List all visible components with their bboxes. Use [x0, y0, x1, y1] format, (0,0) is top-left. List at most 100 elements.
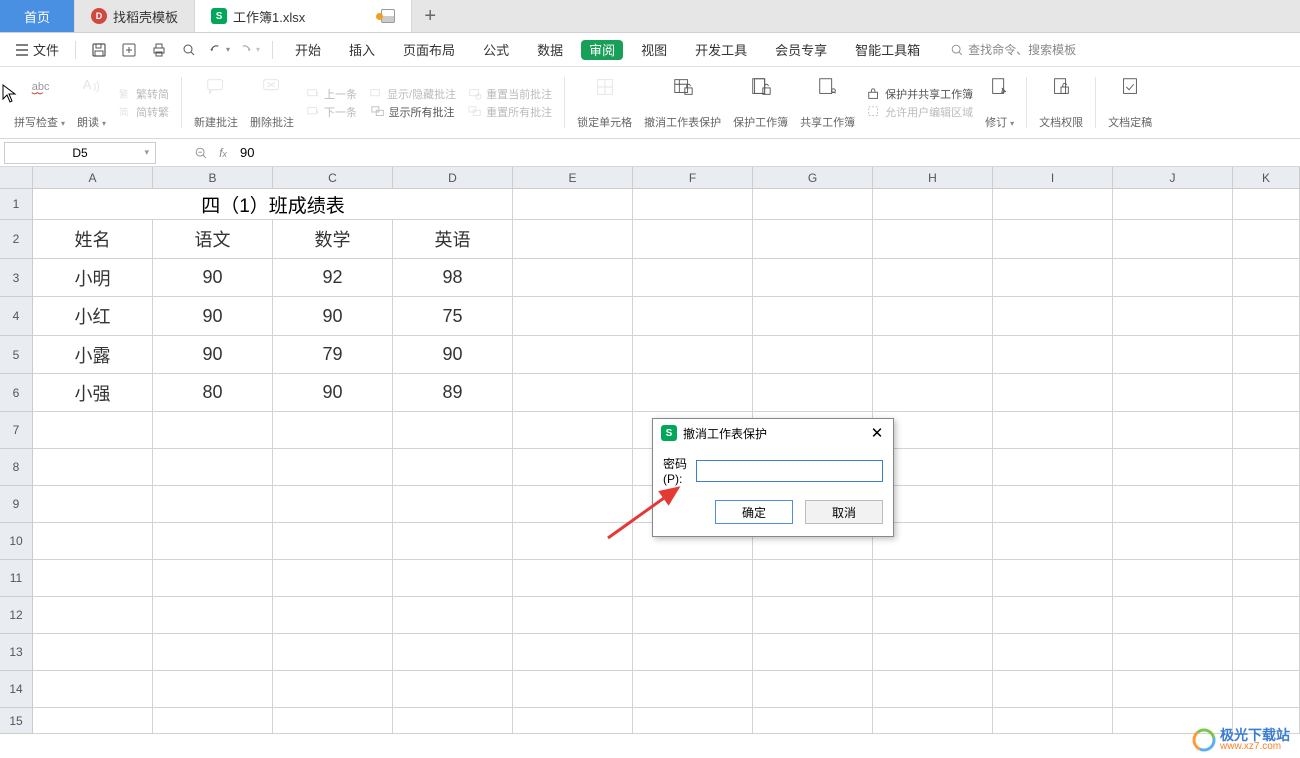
cell[interactable] — [1233, 449, 1300, 486]
menu-tab-layout[interactable]: 页面布局 — [393, 33, 465, 66]
menu-tab-member[interactable]: 会员专享 — [765, 33, 837, 66]
row-header[interactable]: 7 — [0, 412, 33, 449]
cell[interactable] — [513, 597, 633, 634]
cell[interactable] — [513, 220, 633, 259]
cell[interactable]: 90 — [153, 336, 273, 374]
cell[interactable] — [993, 634, 1113, 671]
cell[interactable] — [1233, 597, 1300, 634]
cell[interactable] — [153, 708, 273, 734]
cell[interactable] — [993, 560, 1113, 597]
row-header[interactable]: 12 — [0, 597, 33, 634]
column-header[interactable]: C — [273, 167, 393, 189]
cell[interactable] — [753, 297, 873, 336]
cell[interactable] — [513, 412, 633, 449]
name-box[interactable]: D5 — [4, 142, 156, 164]
reset-all-comments-button[interactable]: 重置所有批注 — [468, 104, 552, 120]
cell[interactable] — [753, 189, 873, 220]
menu-tab-insert[interactable]: 插入 — [339, 33, 385, 66]
cell[interactable] — [873, 220, 993, 259]
cell[interactable]: 89 — [393, 374, 513, 412]
cell[interactable]: 姓名 — [33, 220, 153, 259]
cell[interactable] — [153, 412, 273, 449]
tab-workbook[interactable]: S 工作簿1.xlsx — [195, 0, 412, 32]
cell[interactable] — [993, 189, 1113, 220]
cell[interactable] — [753, 374, 873, 412]
column-header[interactable]: G — [753, 167, 873, 189]
lock-cell-button[interactable]: 锁定单元格 — [571, 71, 638, 134]
cell[interactable] — [513, 297, 633, 336]
cell[interactable] — [1233, 523, 1300, 560]
cell[interactable] — [753, 560, 873, 597]
cell[interactable] — [993, 671, 1113, 708]
share-workbook-button[interactable]: 共享工作簿 — [794, 71, 861, 134]
cell[interactable] — [393, 523, 513, 560]
cell[interactable] — [1233, 189, 1300, 220]
cell[interactable] — [1233, 486, 1300, 523]
cell[interactable] — [1113, 449, 1233, 486]
protect-share-workbook-button[interactable]: 保护并共享工作簿 — [867, 86, 973, 102]
column-header[interactable]: J — [1113, 167, 1233, 189]
cell[interactable]: 80 — [153, 374, 273, 412]
cell[interactable] — [1113, 374, 1233, 412]
row-header[interactable]: 1 — [0, 189, 33, 220]
tab-new-button[interactable]: + — [412, 0, 448, 32]
protect-workbook-button[interactable]: 保护工作簿 — [727, 71, 794, 134]
cell[interactable] — [153, 449, 273, 486]
cell[interactable] — [273, 486, 393, 523]
close-icon[interactable]: ✕ — [867, 423, 887, 443]
spellcheck-button[interactable]: abc 拼写检查 — [8, 71, 71, 134]
cell[interactable] — [273, 449, 393, 486]
spreadsheet-grid[interactable]: ABCDEFGHIJK 12姓名语文数学英语3小明9092984小红909075… — [0, 167, 1300, 757]
row-header[interactable]: 14 — [0, 671, 33, 708]
cell[interactable] — [513, 486, 633, 523]
cell[interactable]: 98 — [393, 259, 513, 297]
traditional-to-simplified-button[interactable]: 繁繁转简 — [118, 86, 169, 102]
doc-permission-button[interactable]: 文档权限 — [1033, 71, 1089, 134]
cell[interactable]: 90 — [153, 297, 273, 336]
cell[interactable] — [1113, 336, 1233, 374]
cell[interactable] — [153, 671, 273, 708]
cell[interactable] — [873, 189, 993, 220]
cell[interactable] — [753, 336, 873, 374]
row-header[interactable]: 3 — [0, 259, 33, 297]
undo-button[interactable] — [208, 39, 230, 61]
cell[interactable] — [873, 671, 993, 708]
cell[interactable] — [753, 708, 873, 734]
cell[interactable]: 90 — [393, 336, 513, 374]
cell[interactable] — [993, 708, 1113, 734]
cell[interactable] — [273, 634, 393, 671]
cell[interactable] — [1233, 374, 1300, 412]
cell[interactable] — [393, 597, 513, 634]
view-mode-icon[interactable] — [381, 9, 395, 23]
cell[interactable] — [1233, 220, 1300, 259]
cell[interactable] — [1233, 560, 1300, 597]
cell[interactable] — [393, 412, 513, 449]
cell[interactable] — [153, 523, 273, 560]
menu-tab-tools[interactable]: 智能工具箱 — [845, 33, 930, 66]
cell[interactable] — [1113, 189, 1233, 220]
cell[interactable] — [1113, 560, 1233, 597]
simplified-to-traditional-button[interactable]: 简简转繁 — [118, 104, 169, 120]
next-comment-button[interactable]: 下一条 — [306, 104, 357, 120]
cell[interactable] — [1113, 412, 1233, 449]
cell[interactable] — [1113, 523, 1233, 560]
cell[interactable] — [33, 634, 153, 671]
cell[interactable] — [753, 259, 873, 297]
column-header[interactable]: H — [873, 167, 993, 189]
cell[interactable] — [513, 560, 633, 597]
cell[interactable] — [993, 336, 1113, 374]
cell[interactable]: 75 — [393, 297, 513, 336]
cell[interactable] — [273, 560, 393, 597]
print-preview-button[interactable] — [178, 39, 200, 61]
cell[interactable] — [393, 634, 513, 671]
redo-button[interactable] — [238, 39, 260, 61]
save-button[interactable] — [88, 39, 110, 61]
prev-comment-button[interactable]: 上一条 — [306, 86, 357, 102]
column-header[interactable]: A — [33, 167, 153, 189]
cell[interactable]: 90 — [273, 297, 393, 336]
menu-tab-start[interactable]: 开始 — [285, 33, 331, 66]
column-header[interactable]: I — [993, 167, 1113, 189]
cell[interactable] — [1233, 336, 1300, 374]
menu-tab-formula[interactable]: 公式 — [473, 33, 519, 66]
cell[interactable] — [993, 597, 1113, 634]
